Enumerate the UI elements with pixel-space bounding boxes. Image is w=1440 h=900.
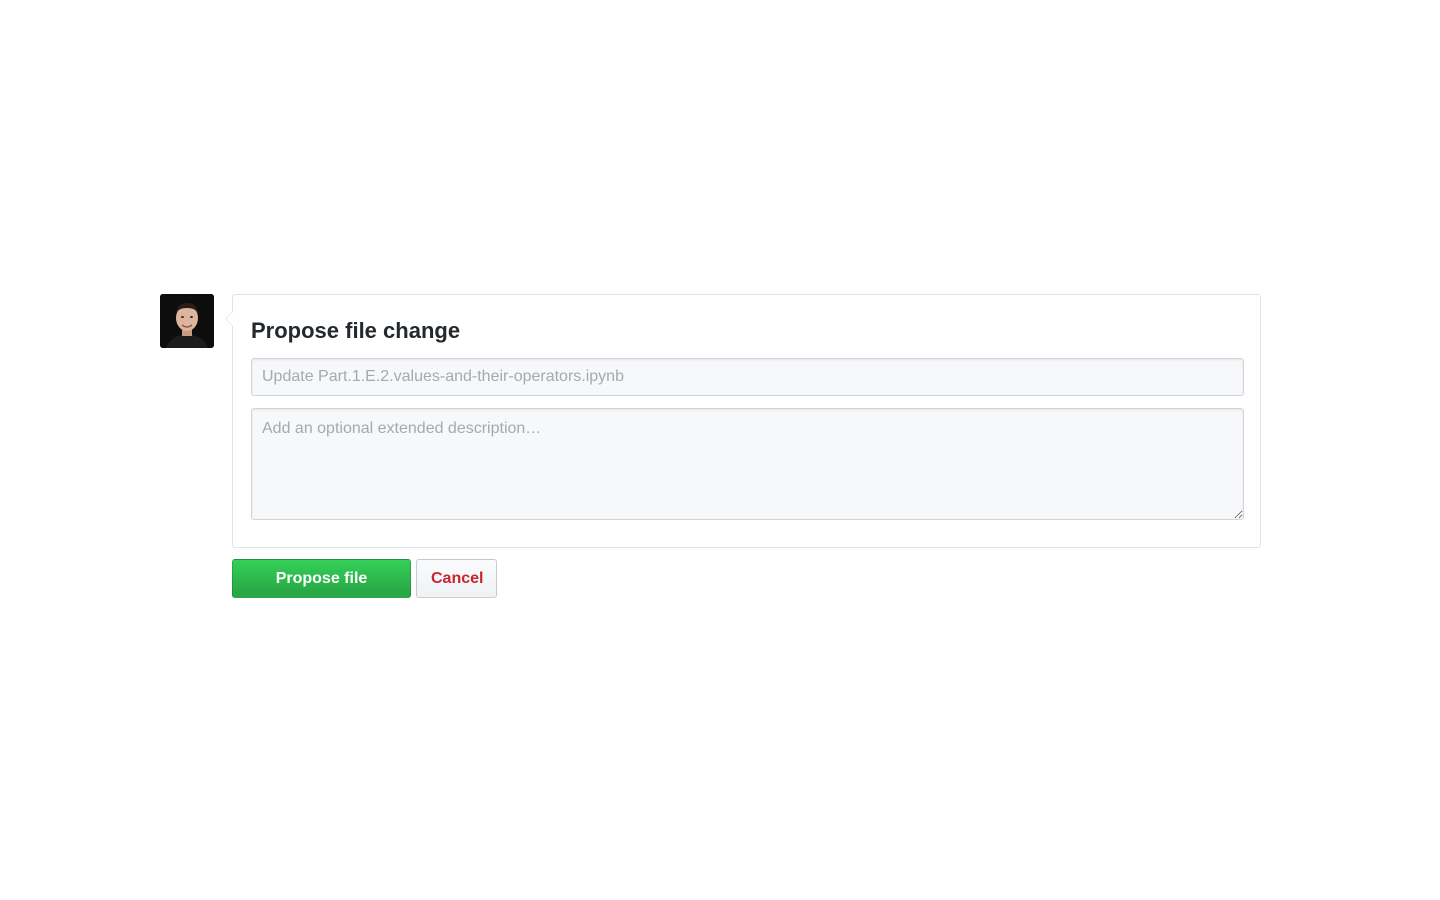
- avatar[interactable]: [160, 294, 214, 348]
- propose-file-change-button[interactable]: Propose file change: [232, 559, 411, 624]
- commit-form-box: Propose file change: [225, 294, 1261, 548]
- commit-summary-input[interactable]: [251, 358, 1244, 396]
- form-actions: Propose file change Cancel: [232, 559, 497, 624]
- form-title: Propose file change: [251, 318, 461, 343]
- box-pointer-inner: [226, 311, 234, 327]
- cancel-button[interactable]: Cancel: [416, 559, 497, 598]
- commit-description-textarea[interactable]: [251, 408, 1244, 520]
- user-avatar-icon: [160, 294, 214, 348]
